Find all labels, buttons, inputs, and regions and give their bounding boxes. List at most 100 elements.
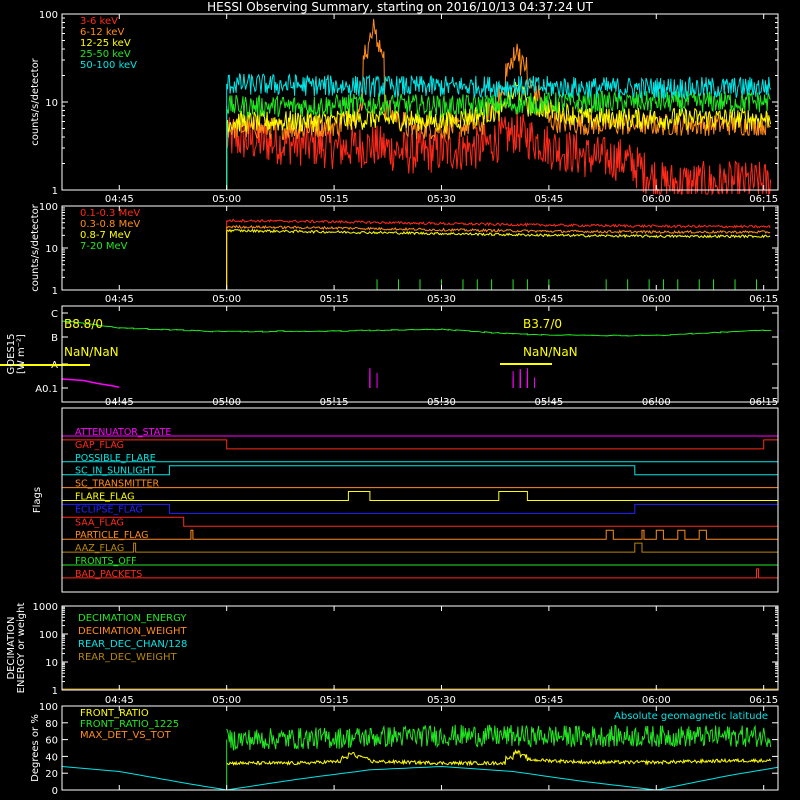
- x-tick-label: 05:30: [427, 294, 456, 305]
- x-tick-label: 04:45: [105, 194, 134, 205]
- flag-label: PARTICLE_FLAG: [75, 530, 148, 541]
- x-tick-label: 05:45: [534, 194, 563, 205]
- flag-label: FRONTS_OFF: [75, 556, 137, 567]
- observing-summary-chart: 11010004:45 05:00 05:15 05:30 05:45 06:00 06:1…: [0, 10, 779, 797]
- y-axis-label: counts/s/detector: [30, 57, 41, 145]
- geomagnetic-latitude-line: [61, 765, 779, 791]
- y-axis-label: counts/s/detector: [30, 203, 41, 291]
- series-line-0: [226, 218, 771, 229]
- x-tick-label: 05:45: [534, 294, 563, 305]
- x-tick-label: 05:00: [212, 294, 241, 305]
- goes-plot-frame: [61, 305, 779, 403]
- goes-annotation: NaN/NaN: [64, 345, 119, 359]
- flag-trace: [61, 516, 778, 527]
- flag-label: ECLIPSE_FLAG: [75, 504, 143, 515]
- y-tick-label: C: [51, 309, 58, 320]
- x-tick-label: 06:00: [642, 194, 671, 205]
- x-tick-label: 06:15: [749, 194, 778, 205]
- legend-entry: 0.8-7 MeV: [80, 230, 131, 241]
- goes-long-line: [61, 320, 772, 337]
- y-tick-label: 1: [52, 186, 58, 197]
- flag-trace: [61, 439, 779, 450]
- x-tick-label: 05:30: [427, 397, 456, 408]
- x-tick-label: 06:00: [642, 294, 671, 305]
- y-tick-label: 10: [45, 244, 58, 255]
- flag-label: ATTENUATOR_STATE: [75, 427, 171, 438]
- x-tick-label: 05:00: [212, 194, 241, 205]
- legend-entry: DECIMATION_ENERGY: [78, 613, 187, 624]
- x-tick-label: 05:45: [534, 397, 563, 408]
- geomagnetic-latitude-label: Absolute geomagnetic latitude: [614, 711, 768, 722]
- y-axis-label: Flags: [32, 487, 43, 513]
- goes-annotation: B8.8/0: [64, 317, 103, 331]
- y-tick-label: 100: [39, 202, 58, 213]
- x-tick-label: 06:15: [749, 397, 778, 408]
- flag-trace: [61, 503, 779, 514]
- flag-label: GAP_FLAG: [75, 440, 124, 451]
- x-tick-label: 06:15: [749, 294, 778, 305]
- x-tick-label: 06:00: [642, 695, 671, 706]
- goes-annotation: B3.7/0: [523, 317, 562, 331]
- flag-label: BAD_PACKETS: [75, 569, 142, 580]
- legend-entry: FRONT_RATIO_1225: [80, 719, 179, 730]
- y-tick-label: A0.1: [35, 384, 58, 395]
- flag-trace: [62, 491, 778, 501]
- x-tick-label: 05:15: [320, 294, 349, 305]
- flag-trace: [62, 529, 778, 540]
- front-ratio-1225-line: [226, 724, 772, 751]
- series-line-2: [226, 228, 771, 239]
- x-tick-label: 05:00: [212, 397, 241, 408]
- y-tick-label: 0: [52, 786, 58, 797]
- y-tick-label: 10: [45, 658, 58, 669]
- y-tick-label: 1: [52, 286, 58, 297]
- y-tick-label: 1: [52, 686, 58, 697]
- y-tick-label: 10: [45, 98, 58, 109]
- y-tick-label: B: [51, 333, 58, 344]
- goes-short-line: [61, 378, 120, 389]
- legend-entry: DECIMATION_WEIGHT: [78, 626, 187, 637]
- flag-label: SAA_FLAG: [75, 517, 124, 528]
- x-tick-label: 05:15: [320, 695, 349, 706]
- y-axis-label: [W m⁻²]: [16, 334, 27, 374]
- x-tick-label: 06:00: [642, 397, 671, 408]
- legend-entry: 12-25 keV: [80, 38, 131, 49]
- y-tick-label: 60: [45, 736, 58, 747]
- x-tick-label: 05:15: [320, 397, 349, 408]
- x-tick-label: 05:15: [320, 194, 349, 205]
- legend-entry: 50-100 keV: [80, 60, 137, 71]
- legend-entry: 6-12 keV: [80, 27, 124, 38]
- x-tick-label: 05:30: [427, 695, 456, 706]
- flag-label: FLARE_FLAG: [75, 492, 135, 503]
- x-tick-label: 04:45: [105, 294, 134, 305]
- legend-entry: MAX_DET_VS_TOT: [80, 730, 172, 741]
- legend-entry: 0.3-0.8 MeV: [80, 219, 140, 230]
- high-energy-plot-frame: [61, 205, 779, 291]
- flag-label: POSSIBLE_FLARE: [75, 453, 156, 464]
- x-tick-label: 04:45: [105, 695, 134, 706]
- y-tick-label: 80: [45, 719, 58, 730]
- flag-label: SC_IN_SUNLIGHT: [75, 466, 156, 477]
- y-axis-label: Degrees or %: [30, 714, 41, 782]
- legend-entry: 0.1-0.3 MeV: [80, 208, 140, 219]
- x-tick-label: 05:30: [427, 194, 456, 205]
- y-tick-label: 1000: [33, 602, 58, 613]
- flag-trace: [62, 542, 778, 553]
- flag-trace: [62, 465, 778, 476]
- goes-annotation: NaN/NaN: [523, 345, 578, 359]
- y-tick-label: 100: [39, 630, 58, 641]
- x-tick-label: 05:45: [534, 695, 563, 706]
- y-tick-label: 40: [45, 752, 58, 763]
- front-ratio-line: [226, 748, 772, 767]
- x-tick-label: 05:00: [212, 695, 241, 706]
- flag-trace: [62, 568, 778, 579]
- legend-entry: FRONT_RATIO: [80, 708, 149, 719]
- flag-label: SC_TRANSMITTER: [75, 479, 160, 490]
- legend-entry: 7-20 MeV: [80, 241, 128, 252]
- y-tick-label: 100: [39, 702, 58, 713]
- x-tick-label: 06:15: [749, 695, 778, 706]
- legend-entry: 25-50 keV: [80, 49, 131, 60]
- count-rate-plot-frame: [61, 13, 779, 191]
- y-tick-label: 100: [39, 10, 58, 21]
- y-axis-label: ENERGY or weight: [16, 603, 27, 694]
- legend-entry: REAR_DEC_WEIGHT: [78, 652, 177, 663]
